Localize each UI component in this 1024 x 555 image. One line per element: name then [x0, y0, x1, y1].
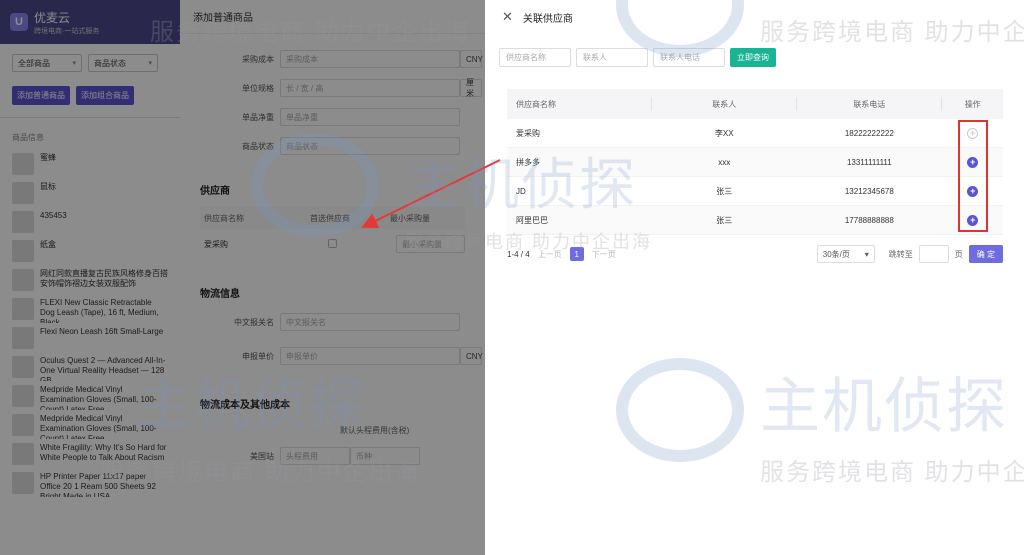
table-row: 阿里巴巴 张三 17788888888 + — [507, 206, 1003, 235]
query-button[interactable]: 立即查询 — [730, 48, 776, 67]
jump-label: 跳转至 — [888, 249, 913, 259]
phone-cell: 17788888888 — [844, 215, 894, 225]
table-row: 拼多多 xxx 13311111111 + — [507, 148, 1003, 177]
pagination-total: 1-4 / 4 — [507, 249, 530, 259]
page-size-select[interactable]: 30条/页 ▾ — [816, 245, 875, 263]
supplier-table: 供应商名称 联系人 联系电话 操作 爱采购 李XX 18222222222 + 拼多多 x… — [507, 89, 1003, 235]
supplier-name-cell: 阿里巴巴 — [516, 215, 548, 225]
search-bar: 供应商名称 联系人 联系人电话 立即查询 — [485, 34, 1024, 67]
col-supplier-name: 供应商名称 — [516, 99, 556, 109]
col-contact: 联系人 — [712, 99, 737, 109]
phone-cell: 13212345678 — [844, 186, 894, 196]
next-page-link[interactable]: 下一页 — [592, 249, 616, 260]
col-action: 操作 — [964, 99, 981, 109]
contact-input[interactable]: 联系人 — [576, 48, 648, 67]
link-supplier-drawer: ✕ 关联供应商 供应商名称 联系人 联系人电话 立即查询 供应商名称 联系人 联… — [485, 0, 1024, 555]
phone-cell: 13311111111 — [846, 157, 892, 167]
jump-page-input[interactable] — [918, 245, 949, 263]
supplier-name-cell: JD — [516, 186, 526, 196]
contact-cell: 张三 — [716, 215, 733, 225]
page-1-button[interactable]: 1 — [569, 247, 584, 261]
table-row: JD 张三 13212345678 + — [507, 177, 1003, 206]
contact-cell: 李XX — [714, 128, 734, 138]
supplier-name-input[interactable]: 供应商名称 — [499, 48, 571, 67]
contact-cell: 张三 — [716, 186, 733, 196]
table-header: 供应商名称 联系人 联系电话 操作 — [507, 89, 1003, 119]
contact-cell: xxx — [718, 157, 731, 167]
phone-cell: 18222222222 — [844, 128, 894, 138]
prev-page-link[interactable]: 上一页 — [538, 249, 562, 260]
supplier-name-cell: 爱采购 — [516, 128, 540, 138]
jump-confirm-button[interactable]: 确 定 — [968, 245, 1003, 263]
modal-mask[interactable] — [0, 0, 485, 555]
supplier-name-cell: 拼多多 — [516, 157, 540, 167]
page-size-value: 30条/页 — [822, 249, 850, 259]
col-phone: 联系电话 — [853, 99, 886, 109]
table-row: 爱采购 李XX 18222222222 + — [507, 119, 1003, 148]
drawer-title: 关联供应商 — [522, 13, 573, 25]
contact-phone-input[interactable]: 联系人电话 — [653, 48, 725, 67]
highlight-box — [958, 120, 988, 232]
pagination: 1-4 / 4 上一页 1 下一页 30条/页 ▾ 跳转至 页 确 定 — [507, 244, 1003, 264]
close-icon[interactable]: ✕ — [502, 9, 513, 25]
chevron-down-icon: ▾ — [864, 249, 869, 259]
jump-unit: 页 — [954, 249, 963, 259]
